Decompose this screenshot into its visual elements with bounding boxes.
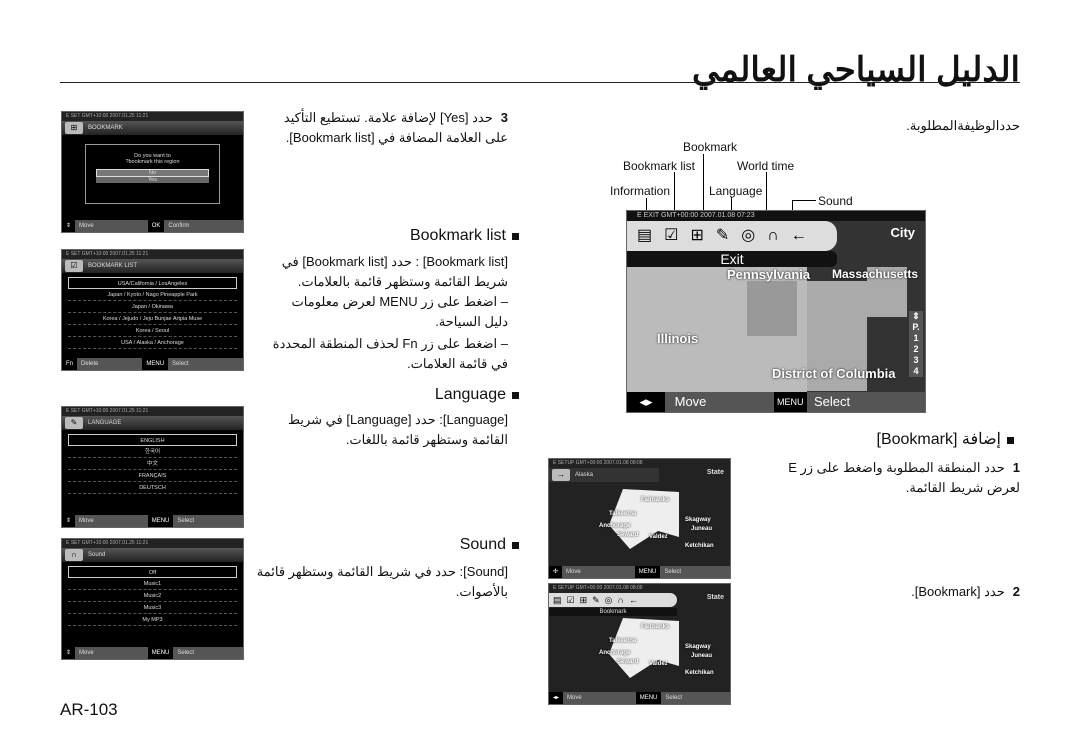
list-item[interactable]: 한국어 (68, 446, 237, 458)
sound-text: [Sound]: حدد في شريط القائمة وستظهر قائم… (256, 564, 508, 599)
bookmark-list-icon[interactable]: ☑ (664, 227, 690, 244)
list-item[interactable]: Music1 (68, 578, 237, 590)
bookmark-list-icon: ☑ (65, 260, 83, 272)
add-bookmark-heading: إضافة [Bookmark] (876, 430, 1020, 450)
bookmark-icon: ⊞ (65, 122, 83, 134)
menu-key: MENU (774, 392, 807, 412)
world-time-icon[interactable]: ◎ (741, 227, 767, 244)
city-label: Seward (617, 532, 639, 538)
page-nav[interactable]: ⇕ P. 1 2 3 4 (909, 311, 923, 377)
sound-icon[interactable]: ∩ (767, 227, 791, 244)
left-right-arrows-icon: ◂▸ (627, 392, 665, 412)
list-item[interactable]: USA/California / LosAngeles (68, 277, 237, 289)
info-icon[interactable]: ▤ (637, 227, 664, 244)
language-screen: E SET GMT+10:00 2007.01.25 11:21 ✎ LANGUA… (61, 406, 244, 528)
step-3: 3حدد [Yes] لإضافة علامة. تستطيع التأكيد … (283, 110, 508, 145)
status-bar: E SETUP GMT+00:00 2007.01.08 08:08 (549, 459, 730, 468)
menu-bar: ▤☑⊞✎◎∩← (549, 593, 677, 607)
city-label: Fairbanks (641, 497, 670, 503)
language-heading: Language (435, 385, 525, 405)
list-item[interactable]: DEUTSCH (68, 482, 237, 494)
callout-sound: Sound (818, 194, 853, 208)
city-label: Anchorage (599, 523, 631, 529)
language-icon[interactable]: ✎ (716, 227, 741, 244)
bookmark-list-bullet-1: – اضغط على زر MENU لعرض معلومات دليل الس… (291, 294, 508, 329)
list-item[interactable]: Off (68, 566, 237, 578)
list-item[interactable]: FRANÇAIS (68, 470, 237, 482)
headphones-icon: ∩ (65, 549, 83, 561)
region-label: Alaska (575, 472, 594, 478)
alaska-menu-screen: E SETUP GMT+00:00 2007.01.08 08:08 ▤☑⊞✎◎… (548, 583, 731, 705)
list-item[interactable]: My MP3 (68, 614, 237, 626)
list-item[interactable]: Music3 (68, 602, 237, 614)
bookmark-list-text: [Bookmark list] : حدد [Bookmark list] في… (281, 254, 508, 289)
status-bar: E EXIT GMT+00:00 2007.01.08 07:23 (627, 211, 925, 221)
state-label: District of Columbia (772, 366, 896, 381)
city-label: Juneau (691, 526, 713, 532)
list-item[interactable]: USA / Alaska / Anchorage (68, 337, 237, 349)
callout-world-time: World time (737, 159, 795, 173)
state-label: Illinois (657, 331, 699, 346)
no-option[interactable]: No (96, 169, 209, 177)
bookmark-list-heading: Bookmark list (410, 226, 525, 246)
sound-heading: Sound (460, 535, 525, 555)
dpad-icon: ✣ (549, 566, 563, 578)
bookmark-confirm-screen: E SET GMT+10:00 2007.01.25 11:21 ⊞ BOOKMA… (61, 111, 244, 233)
city-label: City (890, 225, 915, 240)
callout-information: Information (610, 184, 671, 198)
alaska-screen: E SETUP GMT+00:00 2007.01.08 08:08 → Alas… (548, 458, 731, 579)
page-number: AR-103 (60, 700, 118, 719)
city-label: Valdez (649, 534, 668, 540)
page-number[interactable]: 2 (909, 344, 923, 355)
page-number[interactable]: 1 (909, 333, 923, 344)
sound-screen: E SET GMT+10:00 2007.01.25 11:21 ∩ Sound … (61, 538, 244, 660)
yes-option[interactable]: Yes (96, 177, 209, 183)
city-label: Skagway (685, 517, 711, 523)
move-label: Move (674, 394, 707, 409)
bookmark-list-screen: E SET GMT+10:00 2007.01.25 11:21 ☑ BOOKMA… (61, 249, 244, 371)
page-number[interactable]: 4 (909, 366, 923, 377)
arrow-right-icon: → (552, 469, 570, 481)
select-label: Select (814, 394, 851, 409)
confirm-dialog: Do you want to ?bookmark this region No … (85, 144, 220, 204)
city-label: Ketchikan (685, 543, 714, 549)
exit-label: Exit (627, 251, 837, 267)
list-item[interactable]: Music2 (68, 590, 237, 602)
state-label: Pennsylvania (727, 267, 811, 282)
world-guide-screen: E EXIT GMT+00:00 2007.01.08 07:23 ▤☑⊞✎◎∩… (626, 210, 926, 413)
selected-menu-label: Bookmark (549, 608, 677, 616)
bookmark-icon[interactable]: ⊞ (690, 227, 715, 244)
page-title: الدليل السياحي العالمي (692, 51, 1021, 89)
language-icon: ✎ (65, 417, 83, 429)
back-arrow-icon[interactable]: ← (791, 227, 819, 244)
scroll-arrows-icon[interactable]: ⇕ (909, 311, 923, 322)
menu-bar: ▤☑⊞✎◎∩← (627, 221, 837, 251)
list-item[interactable]: 中文 (68, 458, 237, 470)
state-label: Massachusetts (832, 267, 919, 281)
language-text: [Language]: حدد [Language] في شريط القائ… (288, 412, 508, 447)
list-item[interactable]: Korea / Jejudo / Jeju Bunjae Artpia Muse (68, 313, 237, 325)
callout-bookmark: Bookmark (683, 140, 738, 154)
intro-text: حددالوظيفةالمطلوبة. (906, 118, 1020, 133)
list-item[interactable]: Japan / Okinawa (68, 301, 237, 313)
callout-language: Language (709, 184, 763, 198)
list-item[interactable]: Korea / Seoul (68, 325, 237, 337)
list-item[interactable]: ENGLISH (68, 434, 237, 446)
step-2: 2حدد [Bookmark]. (911, 584, 1020, 599)
bookmark-list-bullet-2: – اضغط على زر Fn لحذف المنطقة المحددة في… (272, 336, 508, 371)
city-label: Talkeetna (609, 511, 637, 517)
callout-bookmark-list: Bookmark list (623, 159, 696, 173)
list-item[interactable]: Japan / Kyoto / Nago Pineapple Park (68, 289, 237, 301)
page-number[interactable]: 3 (909, 355, 923, 366)
step-1: 1حدد المنطقة المطلوبة واضغط على زر E لعر… (788, 460, 1020, 495)
page-label: P. (912, 322, 920, 332)
state-label: State (706, 469, 724, 476)
title-divider (60, 82, 1020, 83)
